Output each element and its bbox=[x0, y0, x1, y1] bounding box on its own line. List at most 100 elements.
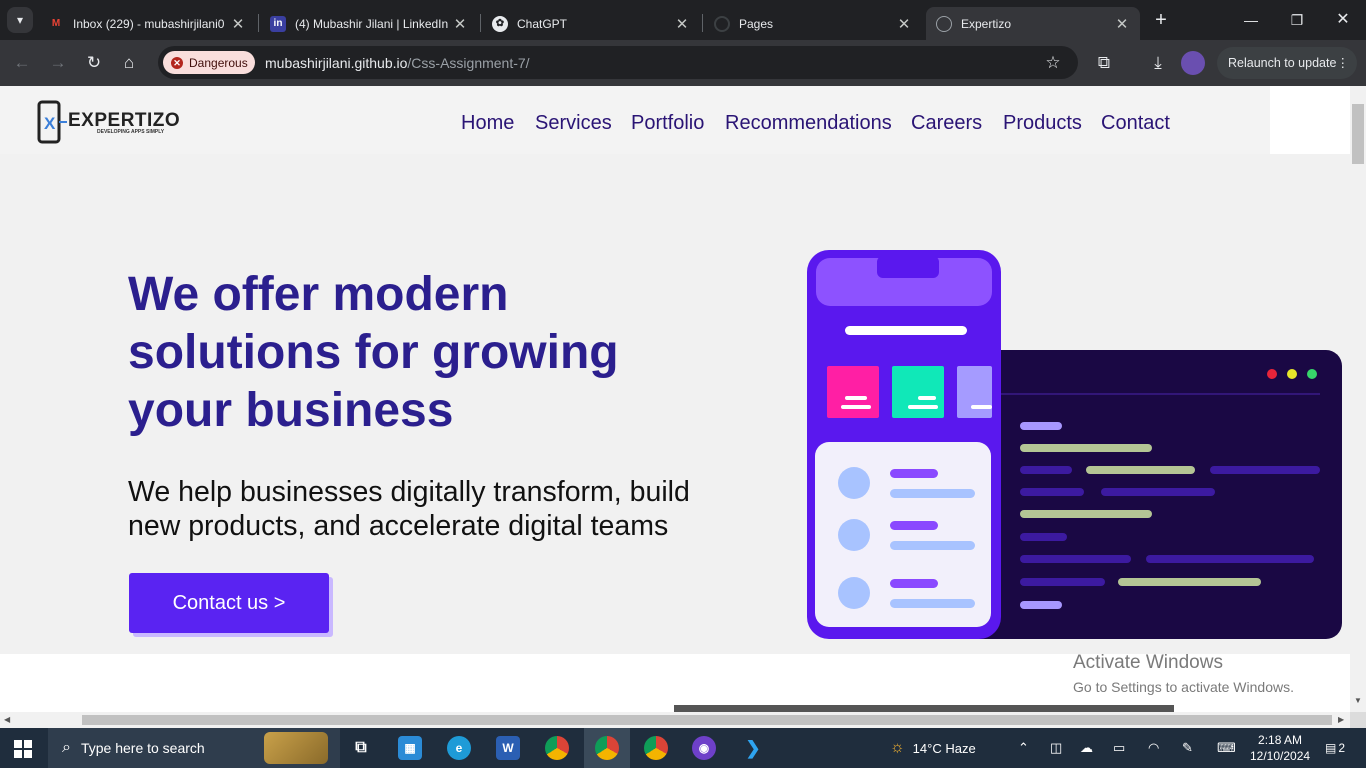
linkedin-icon: in bbox=[270, 15, 286, 32]
tab-title: Inbox (229) - mubashirjilani0 bbox=[73, 16, 225, 31]
reload-icon[interactable]: ↻ bbox=[81, 50, 107, 76]
nav-services[interactable]: Services bbox=[535, 112, 612, 135]
avatar[interactable] bbox=[1181, 51, 1205, 75]
tab-separator bbox=[480, 14, 481, 32]
github-icon bbox=[714, 15, 730, 32]
globe-icon bbox=[936, 15, 952, 32]
task-view-icon[interactable]: ⧉ bbox=[349, 736, 373, 760]
activate-title: Activate Windows bbox=[1073, 652, 1223, 673]
more-menu-icon[interactable]: ⋮ bbox=[1337, 47, 1350, 79]
tab-title: (4) Mubashir Jilani | LinkedIn bbox=[295, 16, 449, 31]
tab-pages[interactable]: Pages ✕ bbox=[704, 7, 922, 40]
clock[interactable]: 2:18 AM 12/10/2024 bbox=[1250, 728, 1310, 768]
microsoft-store-icon[interactable]: ▦ bbox=[398, 736, 422, 760]
minimize-button[interactable]: — bbox=[1236, 8, 1266, 32]
svg-text:X: X bbox=[44, 114, 56, 133]
notification-icon: ▤ bbox=[1325, 741, 1337, 755]
vertical-scroll-thumb[interactable] bbox=[1352, 104, 1364, 164]
chrome-profile-2-icon[interactable] bbox=[644, 736, 668, 760]
logo-tagline: DEVELOPING APPS SIMPLY bbox=[97, 129, 165, 135]
danger-icon: ✕ bbox=[171, 56, 183, 69]
notification-count: 2 bbox=[1338, 741, 1346, 755]
security-badge[interactable]: ✕ Dangerous bbox=[163, 51, 255, 74]
taskbar-search[interactable]: ⌕ Type here to search bbox=[48, 728, 340, 768]
tab-chatgpt[interactable]: ✿ ChatGPT ✕ bbox=[482, 7, 700, 40]
nav-products[interactable]: Products bbox=[1003, 112, 1082, 135]
page-viewport: X EXPERTIZO DEVELOPING APPS SIMPLY Home … bbox=[0, 86, 1350, 712]
github-desktop-icon[interactable]: ◉ bbox=[692, 736, 716, 760]
windows-logo-icon bbox=[14, 740, 32, 758]
address-bar[interactable]: ✕ Dangerous mubashirjilani.github.io/Css… bbox=[158, 46, 1078, 79]
close-window-button[interactable]: ✕ bbox=[1328, 8, 1358, 32]
clock-date: 12/10/2024 bbox=[1250, 749, 1311, 763]
wifi-icon[interactable]: ◠ bbox=[1148, 728, 1159, 768]
tab-gmail[interactable]: M Inbox (229) - mubashirjilani0 ✕ bbox=[38, 7, 256, 40]
close-icon[interactable]: ✕ bbox=[674, 15, 690, 33]
battery-icon[interactable]: ▭ bbox=[1113, 728, 1125, 768]
relaunch-label: Relaunch to update bbox=[1228, 56, 1337, 70]
search-highlight-icon bbox=[264, 732, 328, 764]
horizontal-scroll-thumb[interactable] bbox=[82, 715, 1332, 725]
onedrive-icon[interactable]: ☁ bbox=[1080, 728, 1093, 768]
scroll-right-icon[interactable]: ▶ bbox=[1338, 715, 1344, 724]
windows-activation-watermark: Activate Windows Go to Settings to activ… bbox=[1073, 652, 1294, 695]
scroll-left-icon[interactable]: ◀ bbox=[4, 715, 10, 724]
pen-icon[interactable]: ✎ bbox=[1182, 728, 1193, 768]
close-icon[interactable]: ✕ bbox=[452, 15, 468, 33]
tab-separator bbox=[258, 14, 259, 32]
section-image-preview bbox=[674, 705, 1174, 712]
new-tab-button[interactable]: + bbox=[1146, 8, 1176, 32]
clock-time: 2:18 AM bbox=[1258, 733, 1303, 747]
browser-toolbar: ← → ↻ ⌂ ✕ Dangerous mubashirjilani.githu… bbox=[0, 40, 1366, 86]
nav-contact[interactable]: Contact bbox=[1101, 112, 1170, 135]
show-hidden-icons[interactable]: ⌃ bbox=[1018, 728, 1029, 768]
meet-now-icon[interactable]: ◫ bbox=[1050, 728, 1062, 768]
chrome-icon[interactable] bbox=[545, 736, 569, 760]
nav-home[interactable]: Home bbox=[461, 112, 514, 135]
tab-linkedin[interactable]: in (4) Mubashir Jilani | LinkedIn ✕ bbox=[260, 7, 478, 40]
close-icon[interactable]: ✕ bbox=[230, 15, 246, 33]
contact-us-button[interactable]: Contact us > bbox=[129, 573, 329, 633]
tab-expertizo[interactable]: Expertizo ✕ bbox=[926, 7, 1140, 40]
weather-widget[interactable]: ☼ 14°C Haze bbox=[890, 728, 976, 768]
hero-title: We offer modern solutions for growing yo… bbox=[128, 268, 619, 437]
bookmark-star-icon[interactable]: ☆ bbox=[1040, 50, 1066, 76]
word-icon[interactable]: W bbox=[496, 736, 520, 760]
tab-title: ChatGPT bbox=[517, 16, 568, 31]
extensions-icon[interactable]: ⧉ bbox=[1091, 50, 1117, 76]
notifications-button[interactable]: ▤ 2 bbox=[1325, 728, 1345, 768]
weather-text: 14°C Haze bbox=[912, 740, 976, 756]
horizontal-scrollbar[interactable]: ◀ ▶ bbox=[0, 712, 1350, 728]
weather-icon: ☼ bbox=[890, 739, 905, 756]
tab-title: Expertizo bbox=[961, 16, 1012, 31]
nav-careers[interactable]: Careers bbox=[911, 112, 982, 135]
forward-icon[interactable]: → bbox=[45, 50, 71, 76]
restore-button[interactable]: ❐ bbox=[1282, 8, 1312, 32]
site-logo[interactable]: X EXPERTIZO DEVELOPING APPS SIMPLY bbox=[37, 100, 187, 144]
search-icon: ⌕ bbox=[62, 739, 71, 756]
activate-subtitle: Go to Settings to activate Windows. bbox=[1073, 679, 1294, 695]
hero-subtitle: We help businesses digitally transform, … bbox=[128, 476, 690, 542]
scroll-down-icon[interactable]: ▼ bbox=[1354, 696, 1362, 705]
chrome-profile-icon[interactable] bbox=[595, 736, 619, 760]
download-icon[interactable]: ⤓ bbox=[1145, 50, 1171, 76]
url-text[interactable]: mubashirjilani.github.io/Css-Assignment-… bbox=[265, 55, 530, 71]
nav-portfolio[interactable]: Portfolio bbox=[631, 112, 704, 135]
start-button[interactable] bbox=[14, 740, 32, 758]
keyboard-icon[interactable]: ⌨ bbox=[1217, 728, 1236, 768]
edge-icon[interactable]: e bbox=[447, 736, 471, 760]
home-icon[interactable]: ⌂ bbox=[116, 50, 142, 76]
close-icon[interactable]: ✕ bbox=[1114, 15, 1130, 33]
vertical-scrollbar[interactable]: ▼ bbox=[1350, 86, 1366, 712]
url-host: mubashirjilani.github.io bbox=[265, 55, 408, 71]
nav-recommendations[interactable]: Recommendations bbox=[725, 112, 892, 135]
close-icon[interactable]: ✕ bbox=[896, 15, 912, 33]
back-icon[interactable]: ← bbox=[9, 50, 35, 76]
tab-title: Pages bbox=[739, 16, 774, 31]
tab-search-button[interactable]: ▾ bbox=[7, 7, 33, 33]
tab-strip: ▾ M Inbox (229) - mubashirjilani0 ✕ in (… bbox=[0, 0, 1366, 40]
chatgpt-icon: ✿ bbox=[492, 15, 508, 32]
relaunch-button[interactable]: Relaunch to update ⋮ bbox=[1217, 47, 1357, 79]
vscode-icon[interactable]: ❯ bbox=[741, 736, 765, 760]
hero-illustration bbox=[807, 250, 1342, 639]
